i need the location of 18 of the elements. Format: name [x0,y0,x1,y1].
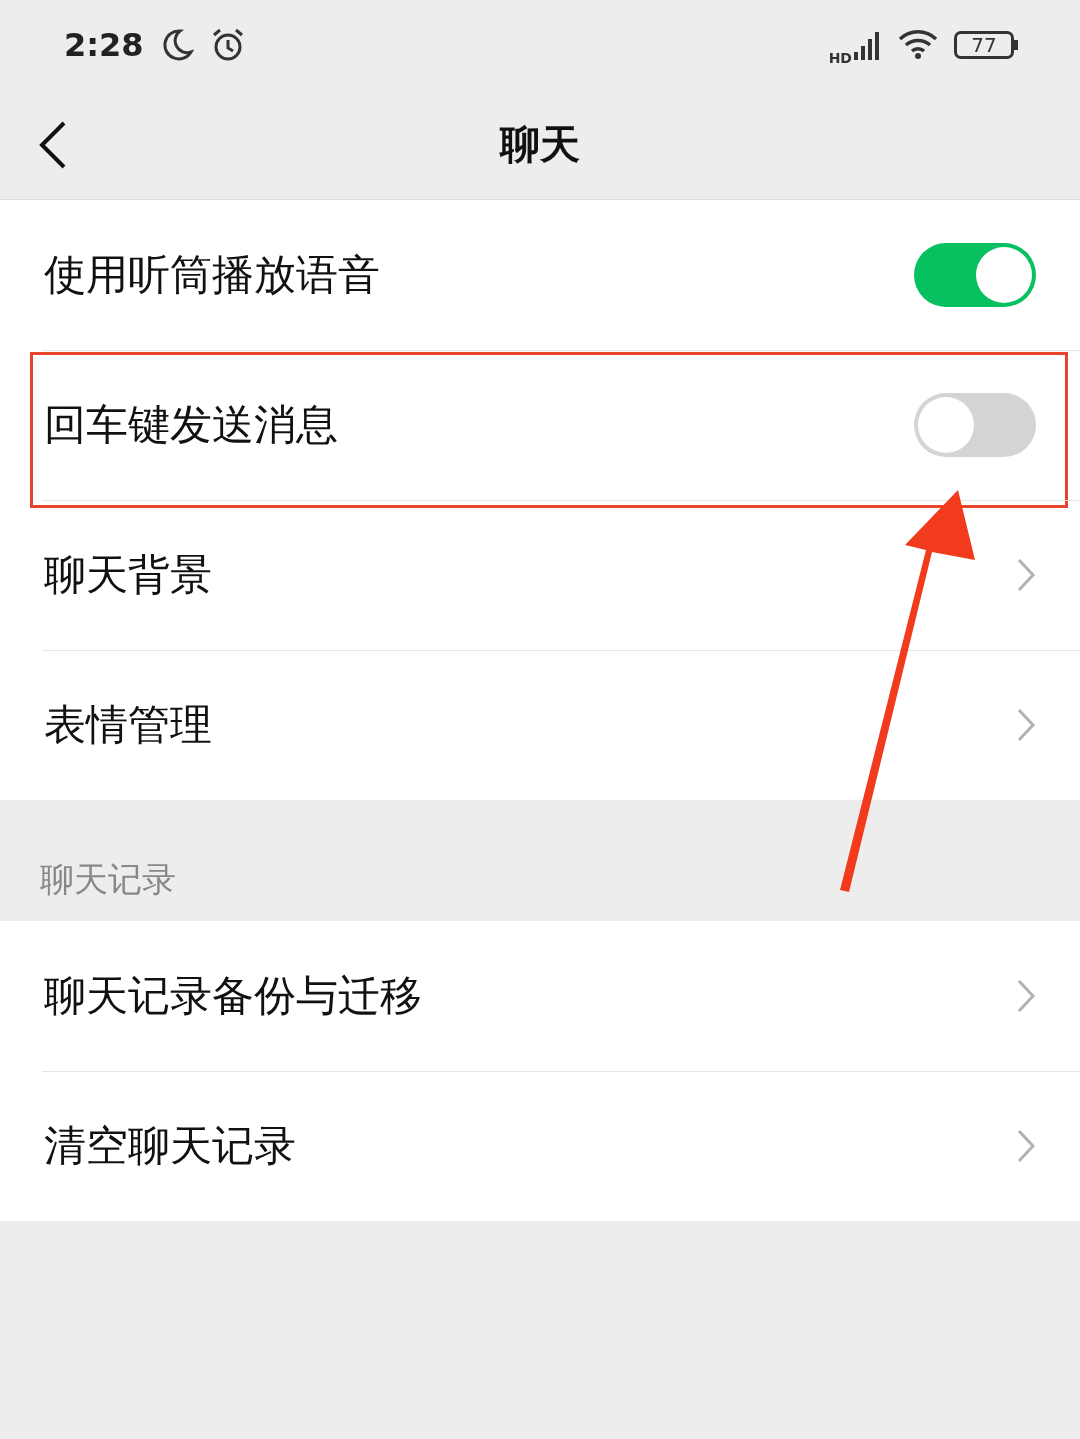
section-title: 聊天记录 [40,858,176,901]
network-label: HD [828,50,852,66]
chevron-icon [1016,1128,1036,1164]
chevron-icon [1016,557,1036,593]
setting-label: 表情管理 [44,699,212,751]
setting-label: 使用听筒播放语音 [44,249,380,301]
setting-label: 聊天记录备份与迁移 [44,970,422,1022]
chevron-icon [1016,707,1036,743]
status-time: 2:28 [64,26,144,64]
setting-label: 回车键发送消息 [44,399,338,451]
setting-label: 清空聊天记录 [44,1120,296,1172]
chevron-icon [1016,978,1036,1014]
wifi-icon [898,29,938,61]
setting-label: 聊天背景 [44,549,212,601]
signal-icon [854,30,882,60]
battery-indicator: 77 [954,31,1018,59]
page-title: 聊天 [500,120,580,169]
back-icon[interactable] [38,120,68,170]
